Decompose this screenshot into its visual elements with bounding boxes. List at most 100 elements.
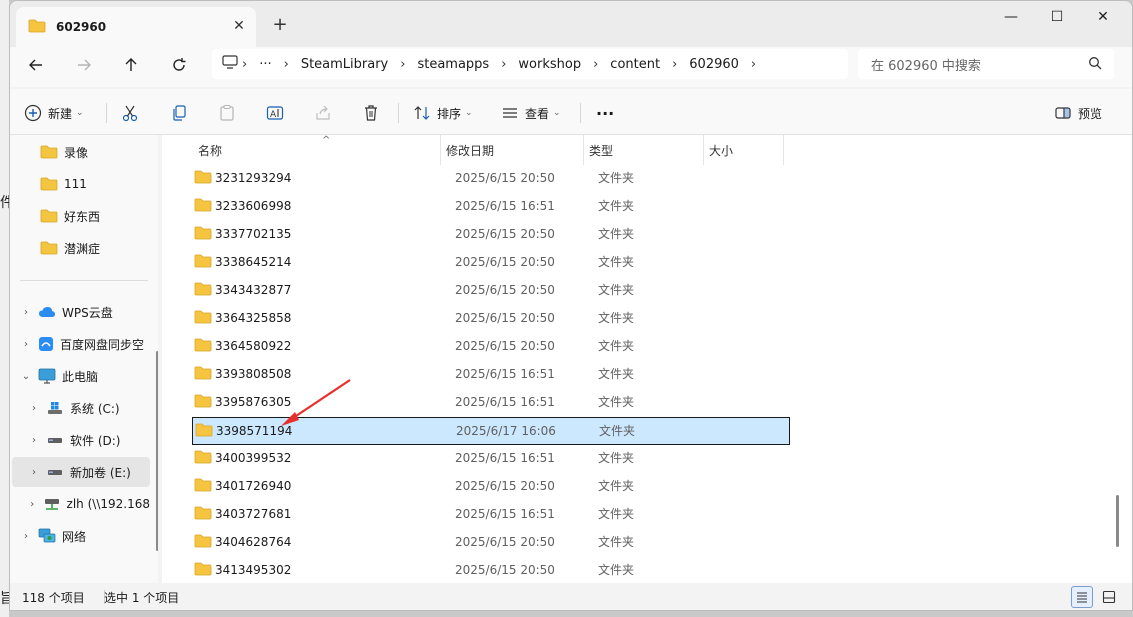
copy-button[interactable] <box>170 97 188 129</box>
breadcrumb-workshop[interactable]: workshop <box>510 57 589 72</box>
tab-602960[interactable]: 602960 ✕ <box>16 7 256 47</box>
view-button[interactable]: 查看 ⌄ <box>501 97 561 129</box>
selection-count: 选中 1 个项目 <box>104 591 180 605</box>
column-header-name[interactable]: 名称 <box>198 135 222 165</box>
maximize-button[interactable]: ☐ <box>1034 1 1080 33</box>
folder-icon <box>40 241 58 255</box>
sidebar-item-label: 111 <box>64 177 87 191</box>
file-type: 文件夹 <box>598 227 635 241</box>
chevron-right-icon[interactable]: › <box>20 531 32 542</box>
file-modified: 2025/6/17 16:06 <box>456 424 556 438</box>
sidebar-item-luxiang[interactable]: 录像 <box>10 137 150 167</box>
sidebar-item-drive-e[interactable]: › 新加卷 (E:) <box>12 457 150 487</box>
up-button[interactable] <box>115 49 147 81</box>
paste-button[interactable] <box>218 97 236 129</box>
breadcrumb-steamapps[interactable]: steamapps <box>409 57 497 72</box>
preview-button[interactable]: 预览 <box>1054 97 1102 129</box>
file-row[interactable]: 3393808508 2025/6/15 16:51 文件夹 <box>180 361 790 389</box>
sidebar-item-this-pc[interactable]: ⌄ 此电脑 <box>10 361 150 391</box>
file-name: 3337702135 <box>215 227 292 241</box>
file-row[interactable]: 3395876305 2025/6/15 16:51 文件夹 <box>180 389 790 417</box>
folder-icon <box>194 226 212 243</box>
chevron-right-icon[interactable]: › <box>28 435 40 446</box>
new-button[interactable]: 新建 ⌄ <box>24 97 84 129</box>
forward-button[interactable] <box>68 49 100 81</box>
column-divider[interactable] <box>703 135 704 165</box>
file-type: 文件夹 <box>598 479 635 493</box>
delete-button[interactable] <box>362 97 380 129</box>
sidebar-item-network-drive[interactable]: › zlh (\\192.168 <box>10 489 150 519</box>
folder-icon <box>194 282 212 299</box>
file-row[interactable]: 3400399532 2025/6/15 16:51 文件夹 <box>180 445 790 473</box>
file-row[interactable]: 3364325858 2025/6/15 20:50 文件夹 <box>180 305 790 333</box>
file-row[interactable]: 3364580922 2025/6/15 20:50 文件夹 <box>180 333 790 361</box>
chevron-right-icon[interactable]: › <box>28 467 40 478</box>
sidebar-item-network[interactable]: › 网络 <box>10 521 150 551</box>
sidebar-item-label: 录像 <box>64 145 89 160</box>
file-row[interactable]: 3231293294 2025/6/15 20:50 文件夹 <box>180 165 790 193</box>
new-tab-button[interactable]: + <box>268 13 292 37</box>
chevron-right-icon: › <box>501 56 507 72</box>
drive-icon <box>46 465 64 479</box>
column-header-type[interactable]: 类型 <box>589 135 613 165</box>
sidebar-divider <box>20 280 148 281</box>
cut-button[interactable] <box>121 97 139 129</box>
sidebar-item-haodongxi[interactable]: 好东西 <box>10 201 150 231</box>
file-name: 3231293294 <box>215 171 292 185</box>
back-button[interactable] <box>20 49 52 81</box>
file-name: 3404628764 <box>215 535 292 549</box>
breadcrumb-content[interactable]: content <box>602 57 668 72</box>
file-row[interactable]: 3404628764 2025/6/15 20:50 文件夹 <box>180 529 790 557</box>
column-divider[interactable] <box>440 135 441 165</box>
minimize-button[interactable]: — <box>988 1 1034 33</box>
column-divider[interactable] <box>783 135 784 165</box>
file-row[interactable]: 3403727681 2025/6/15 16:51 文件夹 <box>180 501 790 529</box>
file-row[interactable]: 3343432877 2025/6/15 20:50 文件夹 <box>180 277 790 305</box>
search-input[interactable]: 在 602960 中搜索 <box>858 49 1114 79</box>
sidebar-scrollbar[interactable] <box>156 351 158 551</box>
column-header-modified[interactable]: 修改日期 <box>446 135 494 165</box>
sidebar-item-drive-c[interactable]: › 系统 (C:) <box>10 393 150 423</box>
column-header-size[interactable]: 大小 <box>709 135 733 165</box>
file-modified: 2025/6/15 16:51 <box>455 507 555 521</box>
share-button[interactable] <box>314 97 332 129</box>
close-tab-icon[interactable]: ✕ <box>230 17 248 35</box>
background-window-edge: 件 旨 <box>0 0 14 617</box>
sidebar-item-drive-d[interactable]: › 软件 (D:) <box>10 425 150 455</box>
breadcrumb-more[interactable]: ··· <box>251 57 279 72</box>
file-row[interactable]: 3401726940 2025/6/15 20:50 文件夹 <box>180 473 790 501</box>
file-row[interactable]: 3338645214 2025/6/15 20:50 文件夹 <box>180 249 790 277</box>
chevron-down-icon[interactable]: ⌄ <box>20 371 32 382</box>
chevron-right-icon[interactable]: › <box>747 57 760 72</box>
tiles-view-button[interactable] <box>1098 586 1120 608</box>
sort-button[interactable]: 排序 ⌄ <box>413 97 473 129</box>
sidebar-item-label: WPS云盘 <box>62 305 113 320</box>
rename-button[interactable]: A <box>266 97 284 129</box>
more-options-button[interactable]: ··· <box>596 97 614 129</box>
refresh-button[interactable] <box>163 49 195 81</box>
file-row[interactable]: 3337702135 2025/6/15 20:50 文件夹 <box>180 221 790 249</box>
column-divider[interactable] <box>583 135 584 165</box>
chevron-right-icon[interactable]: › <box>28 499 37 510</box>
file-name: 3401726940 <box>215 479 292 493</box>
preview-pane-icon <box>1055 107 1071 119</box>
chevron-right-icon[interactable]: › <box>20 307 32 318</box>
breadcrumb-steamlibrary[interactable]: SteamLibrary <box>293 57 396 72</box>
file-modified: 2025/6/15 20:50 <box>455 563 555 577</box>
file-row[interactable]: 3398571194 2025/6/17 16:06 文件夹 <box>192 417 790 445</box>
address-bar[interactable]: › ··· › SteamLibrary › steamapps › works… <box>212 49 848 79</box>
chevron-right-icon[interactable]: › <box>28 403 40 414</box>
sidebar-item-111[interactable]: 111 <box>10 169 150 199</box>
content-scrollbar[interactable] <box>1116 495 1119 547</box>
toolbar-divider <box>580 103 581 123</box>
sidebar-item-wps-cloud[interactable]: › WPS云盘 <box>10 297 150 327</box>
file-row[interactable]: 3413495302 2025/6/15 20:50 文件夹 <box>180 557 790 583</box>
sidebar-item-baidu-netdisk[interactable]: › 百度网盘同步空 <box>10 329 150 359</box>
sidebar-item-qianyuanzheng[interactable]: 潜渊症 <box>10 233 150 263</box>
file-row[interactable]: 3233606998 2025/6/15 16:51 文件夹 <box>180 193 790 221</box>
sidebar-item-label: 系统 (C:) <box>70 401 120 416</box>
breadcrumb-602960[interactable]: 602960 <box>681 57 747 72</box>
chevron-right-icon[interactable]: › <box>20 339 32 350</box>
details-view-button[interactable] <box>1071 586 1093 608</box>
close-window-button[interactable]: ✕ <box>1080 1 1126 33</box>
